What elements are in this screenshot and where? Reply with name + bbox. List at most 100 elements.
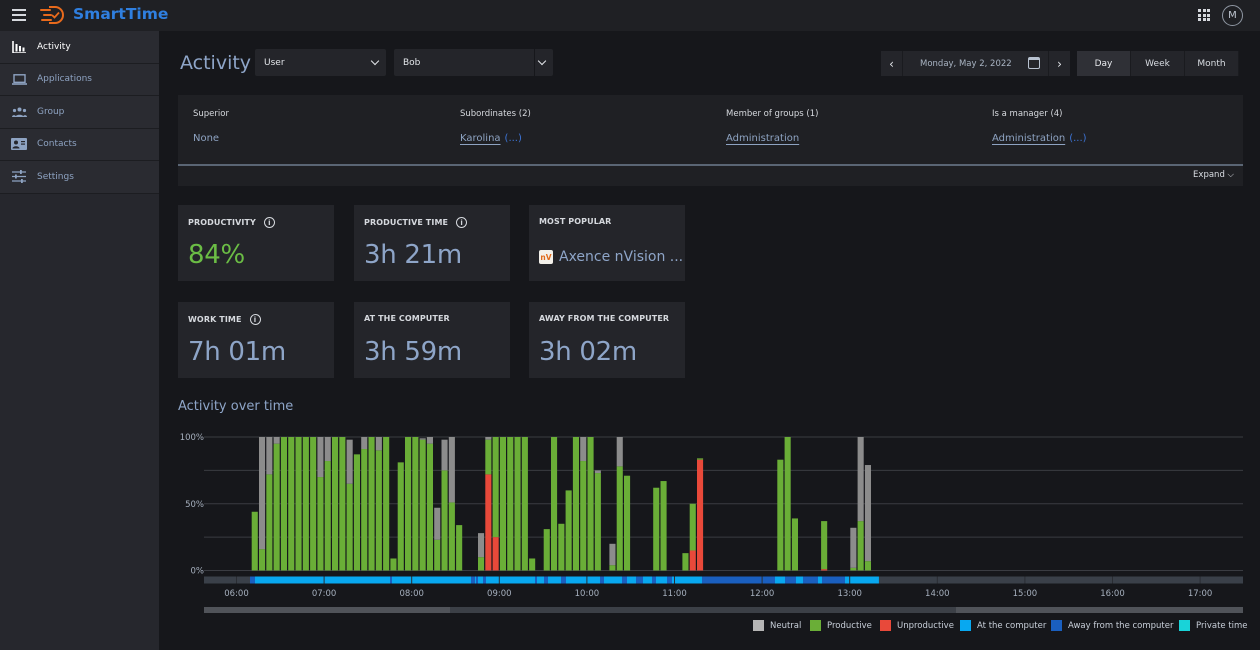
sidebar-item-applications[interactable]: Applications — [0, 63, 159, 96]
sidebar-item-contacts[interactable]: Contacts — [0, 128, 159, 161]
most-popular-app[interactable]: Axence nVision ... — [559, 249, 683, 265]
divider — [178, 164, 1243, 166]
at-computer-card: AT THE COMPUTER 3h 59m — [354, 302, 510, 378]
legend-item-at-computer[interactable]: At the computer — [960, 620, 1046, 631]
date-value: Monday, May 2, 2022 — [920, 58, 1012, 69]
away-value: 3h 02m — [539, 337, 637, 367]
info-icon[interactable]: i — [263, 217, 275, 228]
info-is-manager: Is a manager (4) Administration (...) — [992, 109, 1087, 144]
card-label: WORK TIME — [188, 315, 242, 324]
sidebar: Activity Applications Group Contacts Set… — [0, 31, 159, 650]
range-month-button[interactable]: Month — [1185, 51, 1239, 76]
sidebar-item-settings[interactable]: Settings — [0, 161, 159, 194]
info-label: Superior — [193, 109, 229, 119]
calendar-icon[interactable] — [1028, 57, 1040, 69]
legend-item-productive[interactable]: Productive — [810, 620, 872, 631]
legend-swatch — [880, 620, 891, 631]
legend-label: Neutral — [770, 620, 802, 631]
info-icon[interactable]: i — [456, 217, 468, 228]
sliders-icon — [11, 170, 27, 184]
smarttime-logo-icon — [40, 6, 64, 24]
info-superior: Superior None — [193, 109, 229, 144]
productive-time-card: PRODUCTIVE TIME i 3h 21m — [354, 205, 510, 281]
legend-swatch — [753, 620, 764, 631]
legend-label: Away from the computer — [1068, 620, 1174, 631]
card-label: PRODUCTIVE TIME — [364, 218, 449, 227]
sidebar-item-group[interactable]: Group — [0, 96, 159, 129]
card-label: AWAY FROM THE COMPUTER — [539, 314, 670, 323]
info-label: Subordinates (2) — [460, 109, 531, 119]
chevron-down-icon: ⌵ — [1227, 170, 1234, 180]
legend-item-private-time[interactable]: Private time — [1179, 620, 1248, 631]
group-link[interactable]: Administration — [726, 133, 799, 144]
info-subordinates: Subordinates (2) Karolina (...) — [460, 109, 531, 144]
more-managed-link[interactable]: (...) — [1069, 133, 1086, 144]
legend-item-unproductive[interactable]: Unproductive — [880, 620, 954, 631]
bar-chart-icon — [11, 40, 27, 54]
productivity-value: 84% — [188, 240, 245, 270]
legend-swatch — [1179, 620, 1190, 631]
legend-label: Unproductive — [897, 620, 954, 631]
app-name: SmartTime — [73, 5, 169, 23]
sidebar-item-label: Group — [37, 106, 65, 117]
legend-swatch — [960, 620, 971, 631]
sidebar-item-label: Contacts — [37, 139, 77, 150]
chevron-down-icon — [370, 56, 380, 66]
info-member-of-groups: Member of groups (1) Administration — [726, 109, 818, 144]
managed-group-link[interactable]: Administration — [992, 133, 1065, 144]
legend-label: Private time — [1196, 620, 1248, 631]
productivity-card: PRODUCTIVITY i 84% — [178, 205, 334, 281]
top-bar: SmartTime M — [0, 0, 1260, 31]
user-select[interactable]: Bob — [394, 49, 553, 76]
legend-swatch — [810, 620, 821, 631]
app-icon: nV — [539, 250, 553, 264]
legend-swatch — [1051, 620, 1062, 631]
at-computer-value: 3h 59m — [364, 337, 462, 367]
sidebar-item-label: Applications — [37, 74, 92, 85]
range-selector: Day Week Month — [1077, 51, 1239, 76]
page-title: Activity — [180, 52, 252, 74]
main-content: Activity User Bob ‹ Monday, May 2, 2022 … — [159, 31, 1260, 650]
info-label: Is a manager (4) — [992, 109, 1063, 119]
legend-label: At the computer — [977, 620, 1047, 631]
sidebar-item-label: Activity — [37, 41, 71, 52]
chevron-left-icon: ‹ — [889, 56, 894, 71]
card-label: PRODUCTIVITY — [188, 218, 256, 227]
subordinate-link[interactable]: Karolina — [460, 133, 501, 144]
work-time-card: WORK TIME i 7h 01m — [178, 302, 334, 378]
sidebar-item-label: Settings — [37, 171, 74, 182]
chevron-down-icon — [537, 56, 547, 66]
hamburger-menu-icon[interactable] — [12, 9, 26, 21]
date-field[interactable]: Monday, May 2, 2022 — [902, 51, 1049, 76]
away-card: AWAY FROM THE COMPUTER 3h 02m — [529, 302, 685, 378]
chevron-right-icon: › — [1057, 56, 1062, 71]
range-week-button[interactable]: Week — [1131, 51, 1185, 76]
chart-title: Activity over time — [178, 399, 294, 414]
info-label: Member of groups (1) — [726, 109, 819, 119]
sidebar-item-activity[interactable]: Activity — [0, 31, 159, 64]
card-label: MOST POPULAR — [539, 217, 612, 226]
legend-item-neutral[interactable]: Neutral — [753, 620, 801, 631]
next-day-button[interactable]: › — [1049, 51, 1070, 76]
group-icon — [11, 105, 27, 119]
laptop-icon — [11, 72, 27, 86]
info-value: None — [193, 133, 220, 144]
work-time-value: 7h 01m — [188, 337, 286, 367]
card-label: AT THE COMPUTER — [364, 314, 450, 323]
range-day-button[interactable]: Day — [1077, 51, 1131, 76]
previous-day-button[interactable]: ‹ — [881, 51, 902, 76]
legend-label: Productive — [827, 620, 872, 631]
user-select-value: Bob — [403, 57, 421, 68]
more-subordinates-link[interactable]: (...) — [505, 133, 522, 144]
date-navigator: ‹ Monday, May 2, 2022 › — [881, 51, 1070, 76]
user-avatar[interactable]: M — [1222, 5, 1243, 26]
most-popular-card: MOST POPULAR nV Axence nVision ... — [529, 205, 685, 281]
expand-button[interactable]: Expand ⌵ — [1193, 170, 1234, 180]
info-icon[interactable]: i — [249, 314, 261, 325]
legend-item-away[interactable]: Away from the computer — [1051, 620, 1174, 631]
contact-card-icon — [11, 137, 27, 151]
expand-label: Expand — [1193, 170, 1225, 180]
apps-grid-icon[interactable] — [1198, 9, 1210, 21]
productive-time-value: 3h 21m — [364, 240, 462, 270]
type-select[interactable]: User — [255, 49, 386, 76]
